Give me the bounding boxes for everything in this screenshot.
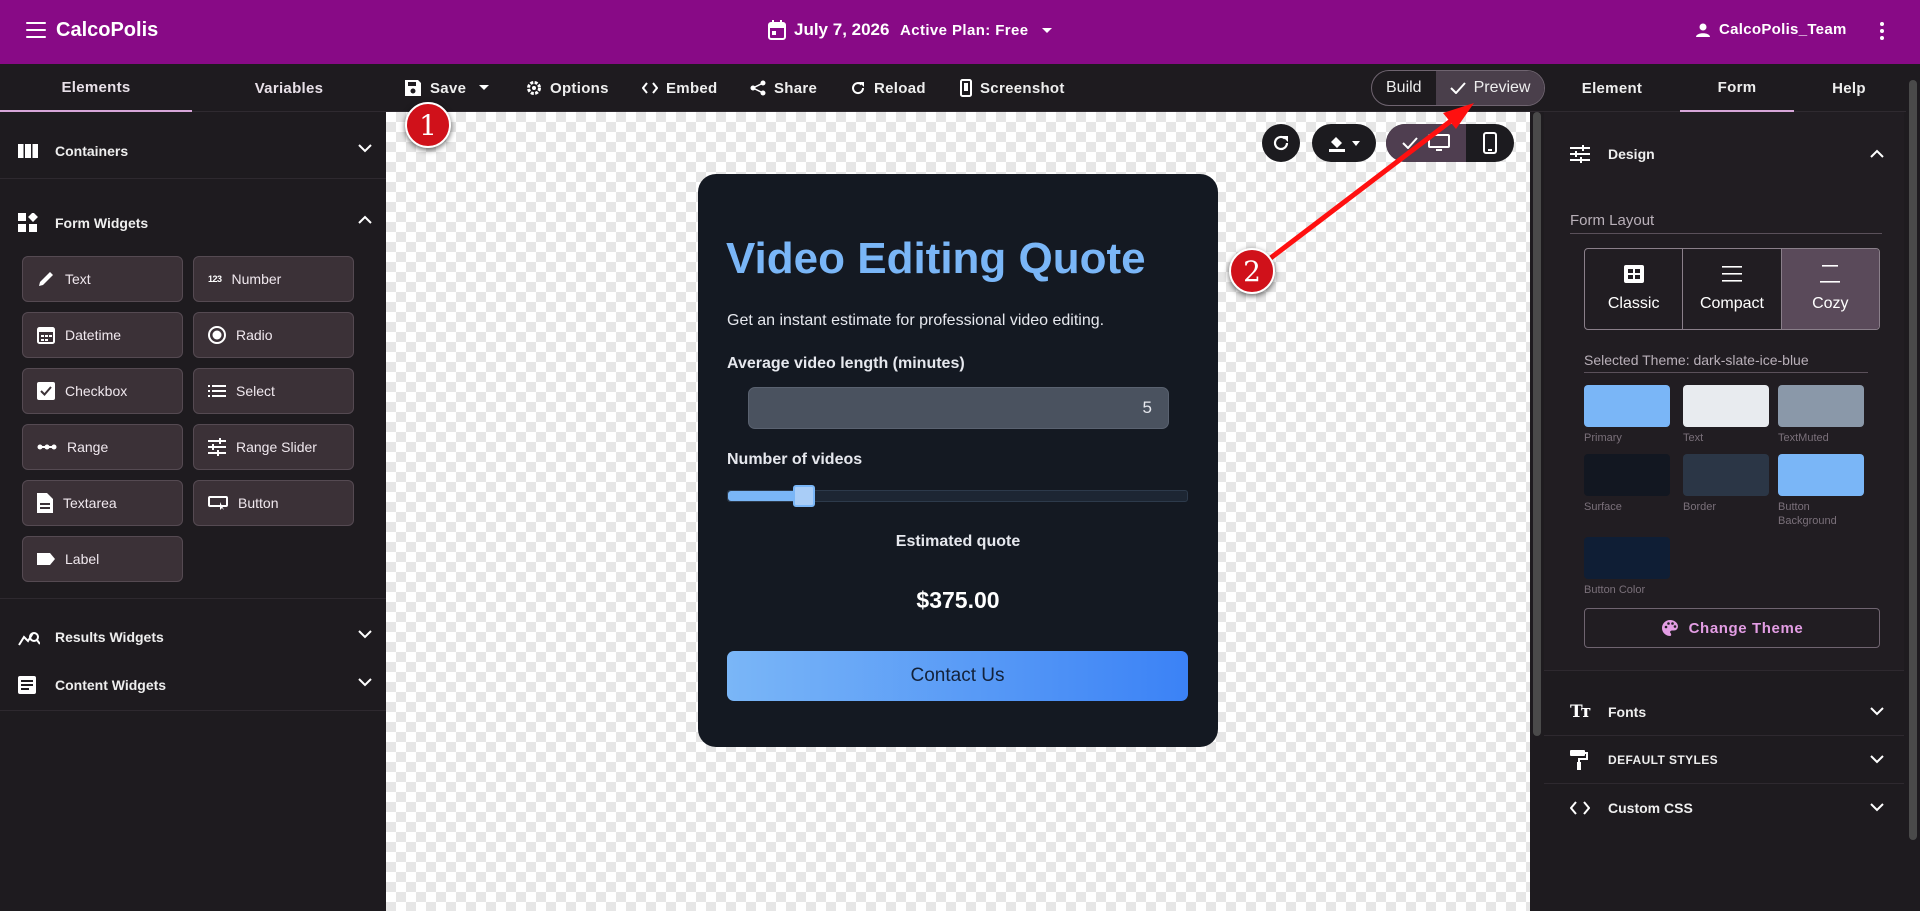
- annotation-marker-2: 2: [1229, 248, 1275, 294]
- app-root: CalcoPolis July 7, 2026 Active Plan: Fre…: [0, 0, 1920, 911]
- annotation-arrow: [1266, 103, 1474, 262]
- annotation-marker-1: 1: [405, 102, 451, 148]
